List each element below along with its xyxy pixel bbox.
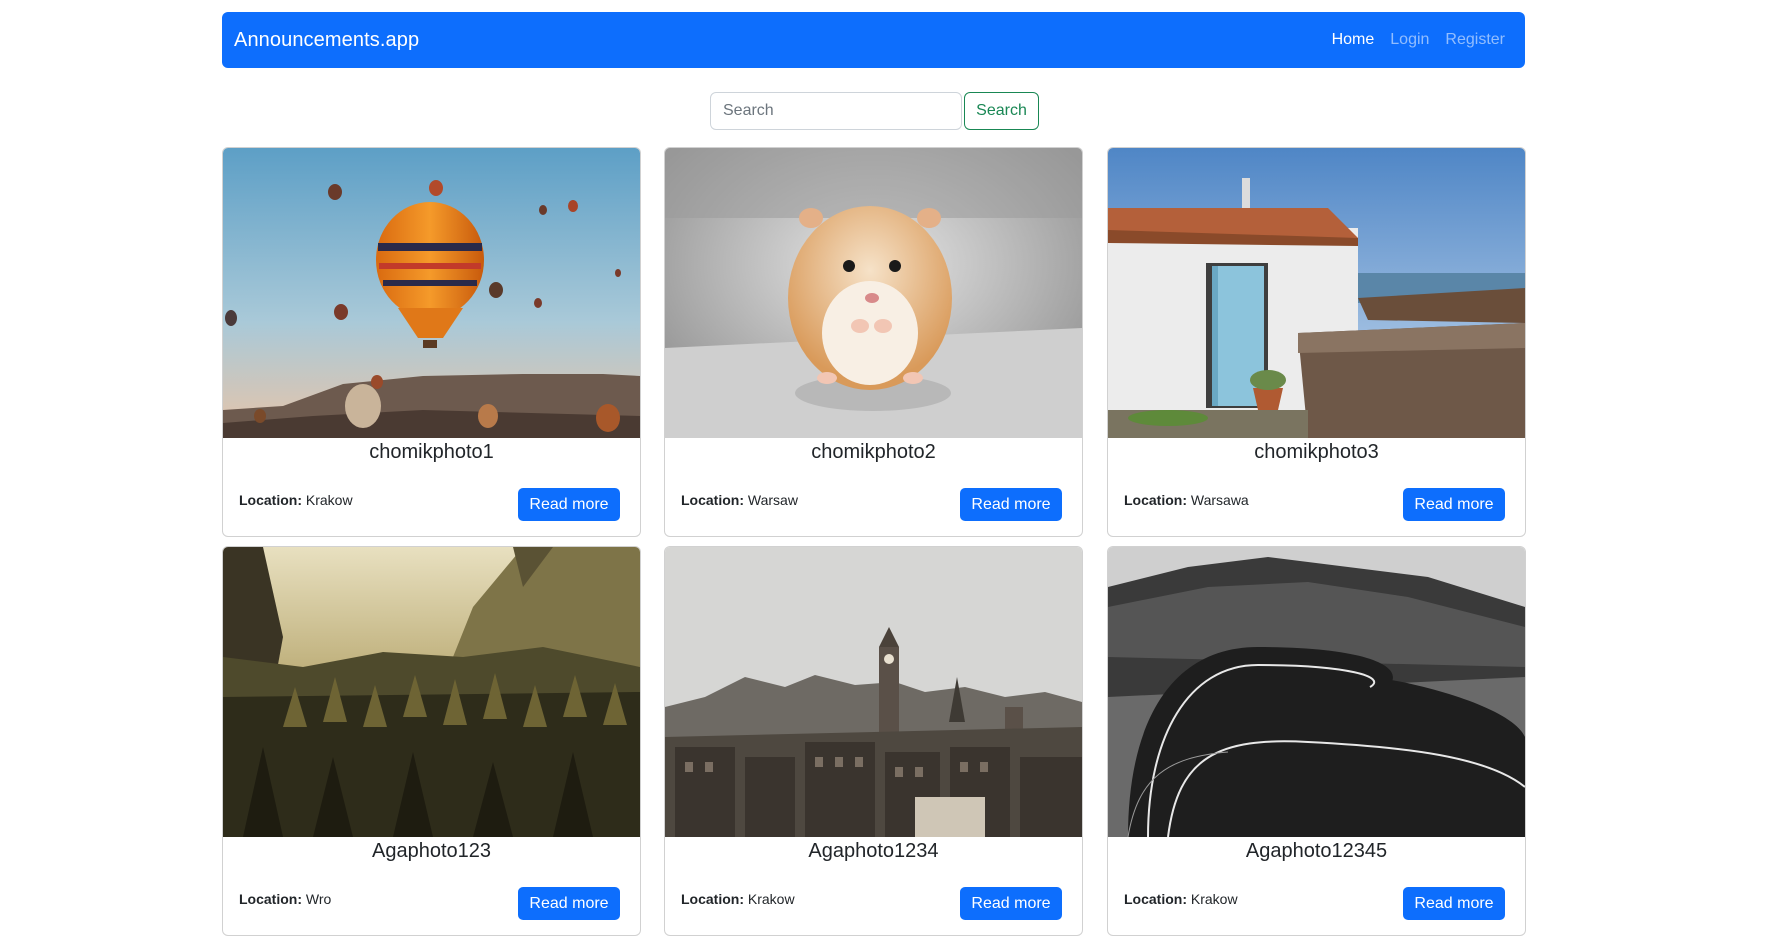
location-value: Krakow [305, 492, 353, 508]
read-more-button[interactable]: Read more [960, 887, 1062, 920]
location-value: Warsaw [747, 492, 798, 508]
card-image-city [665, 547, 1082, 837]
location-label: Location: [239, 492, 302, 508]
announcement-card: Agaphoto1234 Location: Krakow Read more [664, 546, 1083, 936]
search-input[interactable] [710, 92, 962, 130]
location-value: Warsawa [1190, 492, 1249, 508]
card-title: Agaphoto1234 [808, 840, 939, 862]
announcement-card: Agaphoto123 Location: Wro Read more [222, 546, 641, 936]
card-location: Location: Warsawa [1124, 492, 1249, 508]
top-navbar: Announcements.app Home Login Register [222, 12, 1525, 68]
nav-login-link[interactable]: Login [1390, 31, 1429, 49]
card-image-road [1108, 547, 1525, 837]
search-button[interactable]: Search [964, 92, 1039, 130]
location-value: Krakow [747, 891, 795, 907]
location-label: Location: [239, 891, 302, 907]
announcement-card: chomikphoto1 Location: Krakow Read more [222, 147, 641, 537]
location-value: Krakow [1190, 891, 1238, 907]
location-label: Location: [1124, 891, 1187, 907]
card-image-hamster [665, 148, 1082, 438]
card-location: Location: Krakow [1124, 891, 1238, 907]
nav-links: Home Login Register [1332, 31, 1505, 49]
card-title: chomikphoto3 [1254, 441, 1379, 463]
card-title: Agaphoto12345 [1245, 840, 1388, 862]
brand-link[interactable]: Announcements.app [234, 29, 419, 52]
read-more-button[interactable]: Read more [518, 488, 620, 521]
card-image-cottage [1108, 148, 1525, 438]
nav-register-link[interactable]: Register [1445, 31, 1505, 49]
announcement-card: chomikphoto2 Location: Warsaw Read more [664, 147, 1083, 537]
read-more-button[interactable]: Read more [518, 887, 620, 920]
announcement-card: Agaphoto12345 Location: Krakow Read more [1107, 546, 1526, 936]
card-title: chomikphoto1 [369, 441, 494, 463]
location-label: Location: [1124, 492, 1187, 508]
location-value: Wro [305, 891, 332, 907]
card-location: Location: Warsaw [681, 492, 798, 508]
card-image-balloons [223, 148, 640, 438]
announcement-card: chomikphoto3 Location: Warsawa Read more [1107, 147, 1526, 537]
card-title: chomikphoto2 [811, 441, 936, 463]
nav-home-link[interactable]: Home [1332, 31, 1375, 49]
location-label: Location: [681, 492, 744, 508]
location-label: Location: [681, 891, 744, 907]
read-more-button[interactable]: Read more [1403, 488, 1505, 521]
page: Announcements.app Home Login Register Se… [0, 0, 1783, 942]
read-more-button[interactable]: Read more [1403, 887, 1505, 920]
card-location: Location: Wro [239, 891, 331, 907]
card-location: Location: Krakow [239, 492, 353, 508]
search-form: Search [710, 92, 1039, 130]
card-image-forest [223, 547, 640, 837]
read-more-button[interactable]: Read more [960, 488, 1062, 521]
card-title: Agaphoto123 [371, 840, 491, 862]
card-location: Location: Krakow [681, 891, 795, 907]
